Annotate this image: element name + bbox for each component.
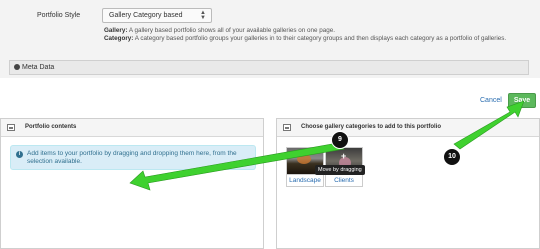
portfolio-contents-header: Portfolio contents: [1, 119, 263, 137]
portfolio-contents-panel[interactable]: Portfolio contents i Add items to your p…: [0, 118, 264, 249]
help-category-text: A category based portfolio groups your g…: [133, 35, 507, 42]
portfolio-style-help: Gallery: A gallery based portfolio shows…: [104, 27, 524, 43]
help-gallery-label: Gallery:: [104, 27, 128, 34]
help-gallery-text: A gallery based portfolio shows all of y…: [127, 27, 336, 34]
portfolio-style-select[interactable]: Gallery Category based ▲ ▼: [102, 8, 212, 23]
gallery-categories-panel: Choose gallery categories to add to this…: [276, 118, 540, 249]
help-category-label: Category:: [104, 35, 134, 42]
info-icon: i: [16, 151, 23, 158]
portfolio-settings-panel: Portfolio Style Gallery Category based ▲…: [0, 0, 540, 78]
picture-icon: [7, 124, 15, 131]
cancel-link[interactable]: Cancel: [480, 97, 502, 104]
drop-info-text: Add items to your portfolio by dragging …: [27, 150, 237, 165]
gallery-categories-header: Choose gallery categories to add to this…: [277, 119, 539, 137]
save-button[interactable]: Save: [508, 93, 536, 108]
step-9-badge: 9: [331, 131, 349, 149]
category-label: Clients: [325, 175, 363, 187]
portfolio-contents-title: Portfolio contents: [25, 124, 77, 130]
chevron-updown-icon: ▲ ▼: [200, 10, 206, 21]
meta-data-label: Meta Data: [22, 64, 55, 71]
globe-icon: [14, 64, 20, 70]
gallery-categories-title: Choose gallery categories to add to this…: [301, 124, 442, 130]
portfolio-style-value: Gallery Category based: [109, 12, 183, 19]
picture-icon: [283, 124, 291, 131]
drag-tooltip: Move by dragging: [315, 165, 365, 175]
step-10-badge: 10: [443, 148, 461, 166]
meta-data-toggle[interactable]: Meta Data: [9, 60, 529, 75]
plus-icon: +: [341, 151, 347, 161]
portfolio-style-label: Portfolio Style: [37, 12, 81, 19]
drop-info-alert: i Add items to your portfolio by draggin…: [10, 145, 256, 170]
category-label: Landscape: [286, 175, 324, 187]
